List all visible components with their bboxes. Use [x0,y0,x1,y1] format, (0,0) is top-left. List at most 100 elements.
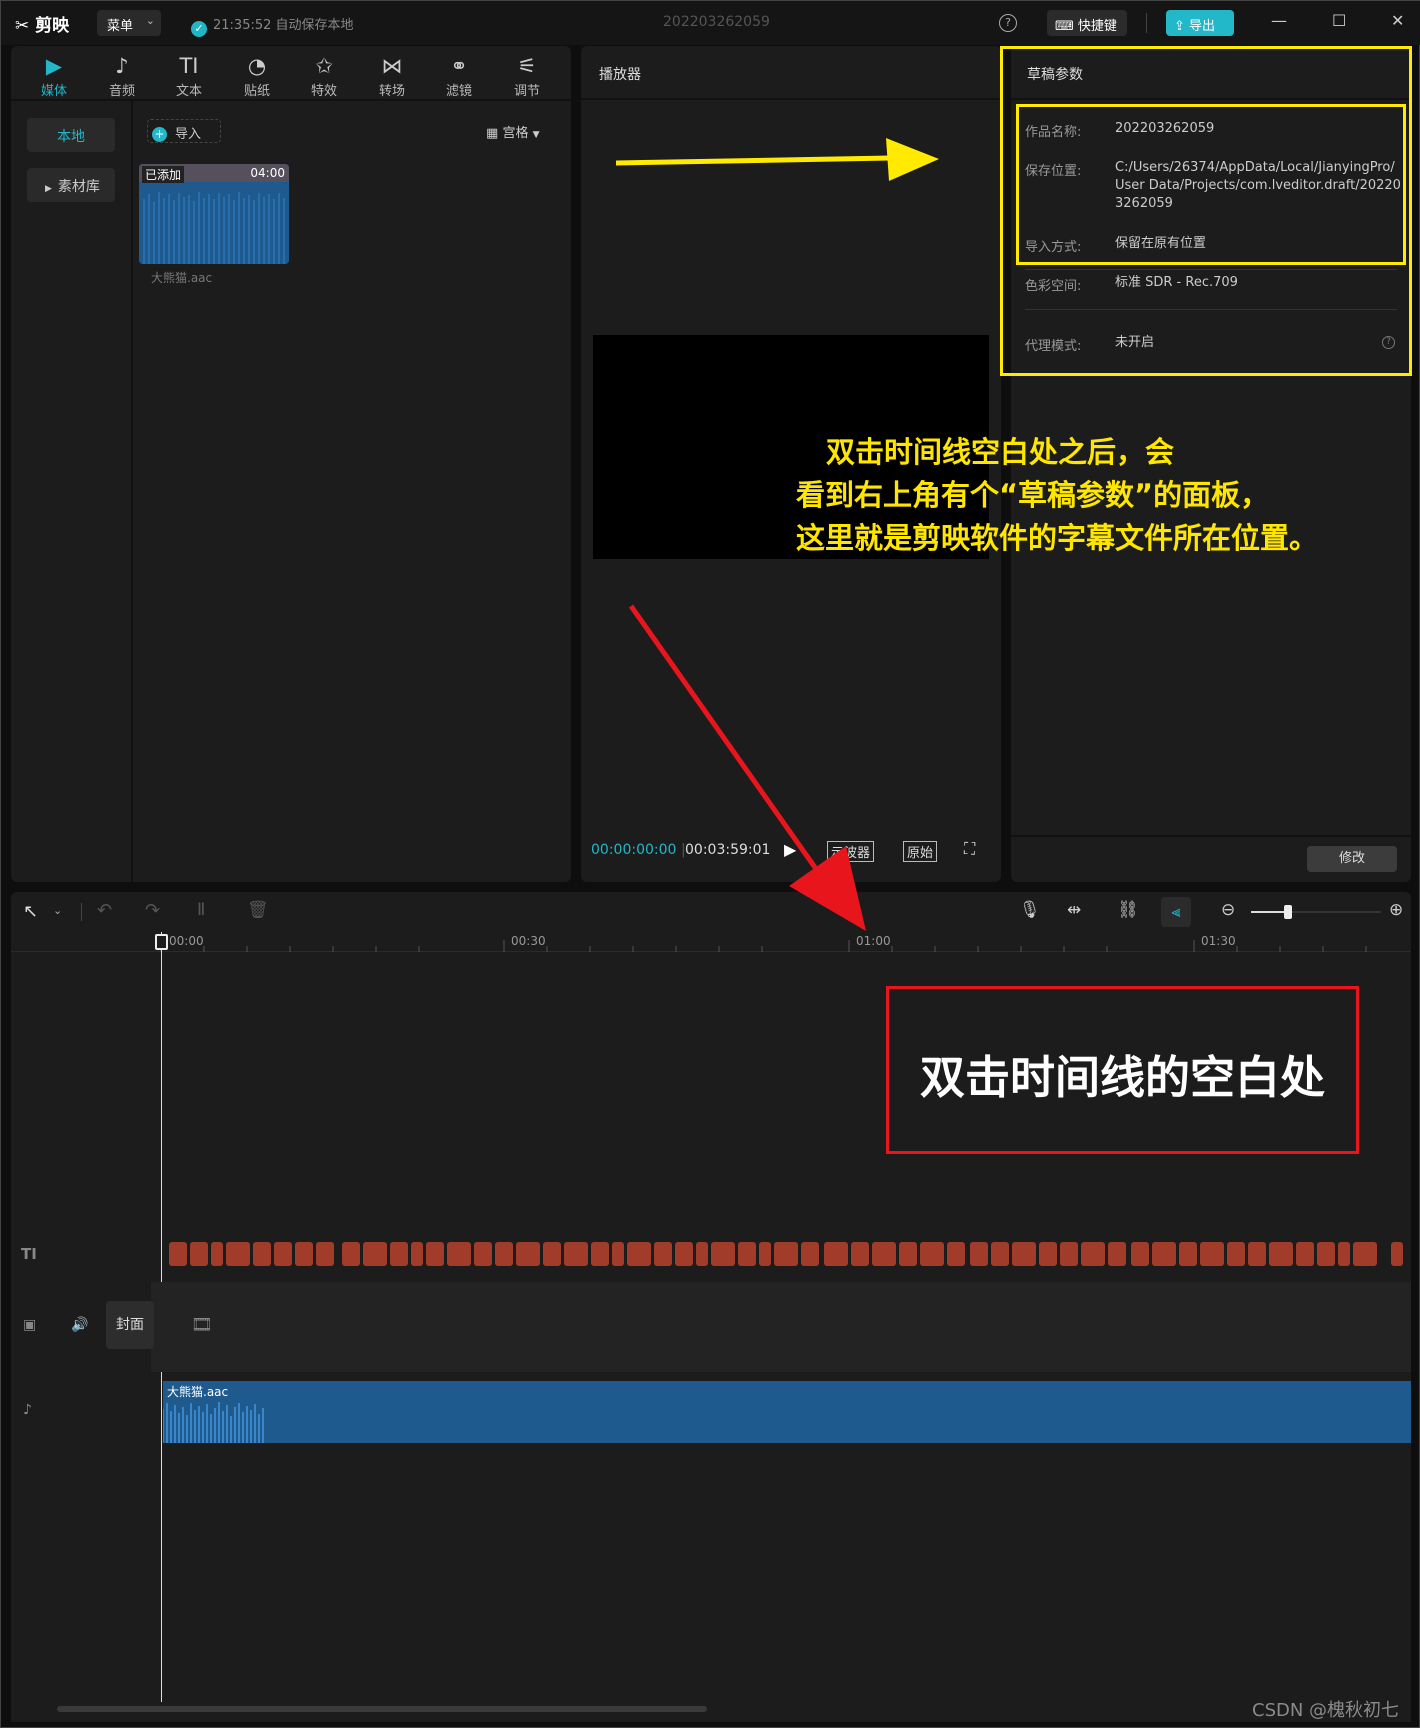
tab-label: 文本 [175,84,202,99]
zoom-in-icon[interactable]: ⊕ [1389,900,1403,920]
title-bar: ✂ 剪映 菜单 ⌄ ✓ 21:35:52 自动保存本地 202203262059 ?… [1,1,1420,45]
divider [81,903,82,921]
import-label: 导入 [175,127,202,142]
sidebar-item-local[interactable]: 本地 [27,118,115,152]
tab-label: 音频 [108,84,135,99]
tab-label: 媒体 [40,84,67,99]
view-mode-dropdown[interactable]: ▦ 宫格 ▼ [486,122,540,141]
text-icon: TI [179,54,199,78]
player-title: 播放器 [599,67,641,83]
media-clip-thumbnail[interactable]: 已添加 04:00 [139,164,289,264]
chevron-down-icon[interactable]: ⌄ [53,904,62,917]
watermark: CSDN @槐秋初七 [1252,1700,1400,1721]
menu-button[interactable]: 菜单 ⌄ [97,10,161,36]
shortcut-button[interactable]: ⌨ 快捷键 [1047,10,1127,36]
caret-right-icon: ▶ [45,184,52,194]
tab-adjust[interactable]: ⚟ 调节 [499,52,555,99]
ruler-label: 01:30 [1201,934,1236,948]
annotation-yellow-arrow [615,138,939,181]
divider [1011,835,1411,837]
shortcut-label: 快捷键 [1077,19,1117,34]
modify-button[interactable]: 修改 [1307,846,1397,872]
tab-effects[interactable]: ✩ 特效 [296,52,352,99]
view-mode-label: 宫格 [502,126,529,141]
divider [1146,13,1147,33]
clip-duration: 04:00 [250,166,285,180]
mute-icon[interactable]: 🔊 [71,1317,88,1333]
tab-audio[interactable]: ♪ 音频 [94,52,150,99]
export-icon: ⇪ [1174,19,1185,34]
grid-icon: ▦ [486,126,499,141]
clip-name: 大熊猫.aac [151,271,213,285]
fullscreen-icon[interactable]: ⛶ [964,839,975,859]
cover-button[interactable]: 封面 [106,1301,154,1349]
adjust-icon: ⚟ [517,54,537,78]
tab-text[interactable]: TI 文本 [161,52,217,99]
media-icon: ▶ [45,54,63,78]
import-button[interactable]: + 导入 [147,119,221,143]
audio-waveform [163,1402,264,1443]
tab-label: 滤镜 [445,84,472,99]
playhead-handle[interactable] [155,934,168,950]
annotation-red-arrow [628,604,866,931]
preview-axis-icon[interactable]: ⫷ [1161,897,1191,927]
check-icon: ✓ [191,21,207,37]
annotation-red-text: 双击时间线的空白处 [919,1051,1325,1104]
sidebar-item-library[interactable]: ▶ 素材库 [27,168,115,202]
zoom-slider-handle[interactable] [1284,905,1292,919]
delete-icon[interactable]: 🗑 [247,900,269,920]
tab-transition[interactable]: ⋈ 转场 [364,52,420,99]
horizontal-scrollbar[interactable] [57,1706,707,1712]
annotation-line: 双击时间线空白处之后，会 [826,435,1175,469]
chevron-down-icon: ⌄ [145,14,155,27]
plus-icon: + [152,127,167,142]
annotation-inner-box [1016,104,1406,265]
annotation-line: 看到右上角有个“草稿参数”的面板， [796,478,1270,512]
minimize-icon[interactable]: — [1271,11,1287,30]
media-panel: ▶ 媒体 ♪ 音频 TI 文本 ◔ 贴纸 ✩ 特效 ⋈ 转场 ⚭ 滤镜 ⚟ 调节 本地 ▶ 素材库… [11,46,571,882]
export-button[interactable]: ⇪ 导出 [1166,10,1234,36]
app-window: ✂ 剪映 菜单 ⌄ ✓ 21:35:52 自动保存本地 202203262059 ?… [0,0,1420,1728]
tab-media[interactable]: ▶ 媒体 [26,52,82,99]
app-logo: ✂ 剪映 [15,11,69,36]
divider [131,101,133,882]
divider [11,99,571,101]
autosave-time: 21:35:52 [213,18,272,33]
select-tool-icon[interactable]: ↖ [23,901,38,922]
tab-sticker[interactable]: ◔ 贴纸 [229,52,285,99]
filter-icon: ⚭ [450,54,468,78]
maximize-icon[interactable]: ☐ [1332,11,1346,30]
split-icon[interactable]: Ⅱ [197,900,205,920]
link-icon[interactable]: ⛓ [1117,900,1139,920]
auto-snap-icon[interactable]: ⇹ [1067,900,1081,920]
export-label: 导出 [1189,19,1216,34]
tab-label: 调节 [513,84,540,99]
annotation-line: 这里就是剪映软件的字幕文件所在位置。 [796,521,1319,555]
caption-clips [169,1242,1405,1266]
help-icon[interactable]: ? [999,14,1017,32]
ratio-button[interactable]: 原始 [903,841,938,862]
autosave-text: 自动保存本地 [275,18,354,33]
logo-icon: ✂ [15,16,30,36]
close-icon[interactable]: ✕ [1391,11,1404,30]
audio-clip-name: 大熊猫.aac [167,1385,229,1399]
menu-label: 菜单 [107,19,134,34]
redo-icon[interactable]: ↷ [145,900,160,921]
tab-label: 贴纸 [243,84,270,99]
tab-filter[interactable]: ⚭ 滤镜 [431,52,487,99]
audio-track-icon: ♪ [23,1402,32,1418]
undo-icon[interactable]: ↶ [97,900,112,921]
autosave-status: ✓ 21:35:52 自动保存本地 [191,14,354,37]
tab-label: 转场 [378,84,405,99]
main-track [151,1282,1411,1372]
divider [581,98,1001,100]
zoom-out-icon[interactable]: ⊖ [1221,900,1235,920]
project-title: 202203262059 [663,14,770,30]
video-track-icon: ▣ [23,1317,37,1333]
tab-label: 特效 [310,84,337,99]
text-track-icon: TI [21,1245,37,1263]
effects-icon: ✩ [315,54,333,78]
sticker-icon: ◔ [247,54,267,78]
audio-clip[interactable]: 大熊猫.aac [163,1381,1411,1443]
microphone-icon[interactable]: 🎙 [1019,900,1041,920]
